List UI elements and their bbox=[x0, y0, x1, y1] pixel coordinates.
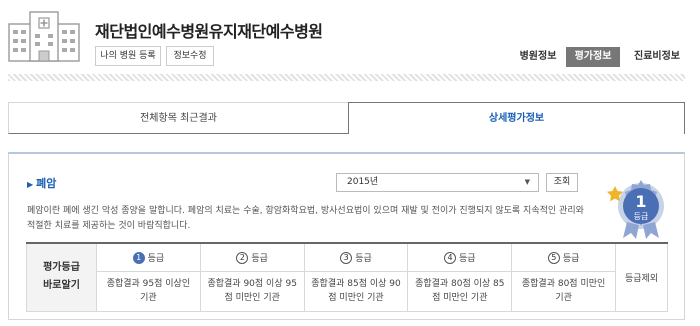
grade-5-header: 5 등급 bbox=[511, 242, 616, 272]
grade-guide-line1: 평가등급 bbox=[43, 262, 80, 274]
grade-4-desc: 종합결과 80점 이상 85점 미만인 기관 bbox=[407, 270, 513, 312]
grade-1-desc: 종합결과 95점 이상인 기관 bbox=[96, 270, 201, 312]
year-select-value: 2015년 bbox=[347, 177, 379, 187]
nav-hospital-info[interactable]: 병원정보 bbox=[515, 47, 561, 67]
disease-description: 폐암이란 폐에 생긴 악성 종양을 말합니다. 폐암의 치료는 수술, 항암화학… bbox=[27, 206, 584, 231]
grade-guide-line2: 바로알기 bbox=[43, 280, 80, 292]
edit-info-button[interactable]: 정보수정 bbox=[166, 46, 214, 66]
caret-down-icon: ▼ bbox=[524, 178, 530, 186]
grade-5-number: 5 bbox=[547, 252, 560, 264]
grade-4-header: 4 등급 bbox=[407, 242, 513, 272]
tab-detail-evaluation[interactable]: 상세평가정보 bbox=[348, 102, 685, 134]
grade-3-label: 등급 bbox=[355, 253, 372, 264]
grade-badge-icon: 1 등급 bbox=[607, 180, 664, 239]
search-button[interactable]: 조회 bbox=[546, 173, 578, 192]
grade-1-label: 등급 bbox=[147, 253, 165, 264]
grade-2-number: 2 bbox=[236, 252, 249, 264]
grade-2-header: 2 등급 bbox=[199, 242, 305, 272]
hospital-building-icon bbox=[8, 11, 80, 62]
hospital-name: 재단법인예수병원유지재단예수병원 bbox=[95, 22, 323, 41]
register-my-hospital-button[interactable]: 나의 병원 등록 bbox=[95, 46, 161, 66]
nav-evaluation-info[interactable]: 평가정보 bbox=[566, 47, 620, 67]
nav-medical-fee-info[interactable]: 진료비정보 bbox=[625, 47, 689, 67]
grade-excluded: 등급제외 bbox=[615, 242, 668, 312]
badge-label: 등급 bbox=[634, 212, 649, 221]
grade-1-header: 1 등급 bbox=[96, 242, 201, 272]
evaluation-panel: ▶ 폐암 2015년 ▼ 조회 폐암이란 폐에 생긴 악성 종양을 말합니다. 폐… bbox=[8, 152, 685, 320]
tab-overall-results[interactable]: 전체항목 최근결과 bbox=[8, 102, 348, 134]
grade-3-number: 3 bbox=[340, 252, 353, 264]
disease-name: 폐암 bbox=[36, 177, 57, 190]
grade-3-desc: 종합결과 85점 이상 90점 미만인 기관 bbox=[303, 270, 409, 312]
grade-3-header: 3 등급 bbox=[303, 242, 409, 272]
grade-table: 평가등급 바로알기 1 등급 2 등급 3 등급 4 등급 5 등급 등급제외 종합결과 … bbox=[26, 242, 668, 312]
grade-guide-header: 평가등급 바로알기 bbox=[26, 242, 97, 312]
header-divider-stripe bbox=[8, 74, 685, 81]
triangle-right-icon: ▶ bbox=[27, 180, 34, 189]
grade-5-label: 등급 bbox=[562, 253, 580, 264]
grade-4-label: 등급 bbox=[459, 253, 476, 264]
grade-5-desc: 종합결과 80점 미만인 기관 bbox=[511, 270, 616, 312]
badge-number: 1 bbox=[635, 192, 646, 211]
grade-2-desc: 종합결과 90점 이상 95점 미만인 기관 bbox=[199, 270, 305, 312]
disease-title: ▶ 폐암 bbox=[27, 175, 56, 191]
grade-2-label: 등급 bbox=[251, 253, 268, 264]
grade-4-number: 4 bbox=[444, 252, 456, 264]
grade-1-number: 1 bbox=[132, 252, 145, 264]
year-select[interactable]: 2015년 ▼ bbox=[336, 173, 539, 192]
